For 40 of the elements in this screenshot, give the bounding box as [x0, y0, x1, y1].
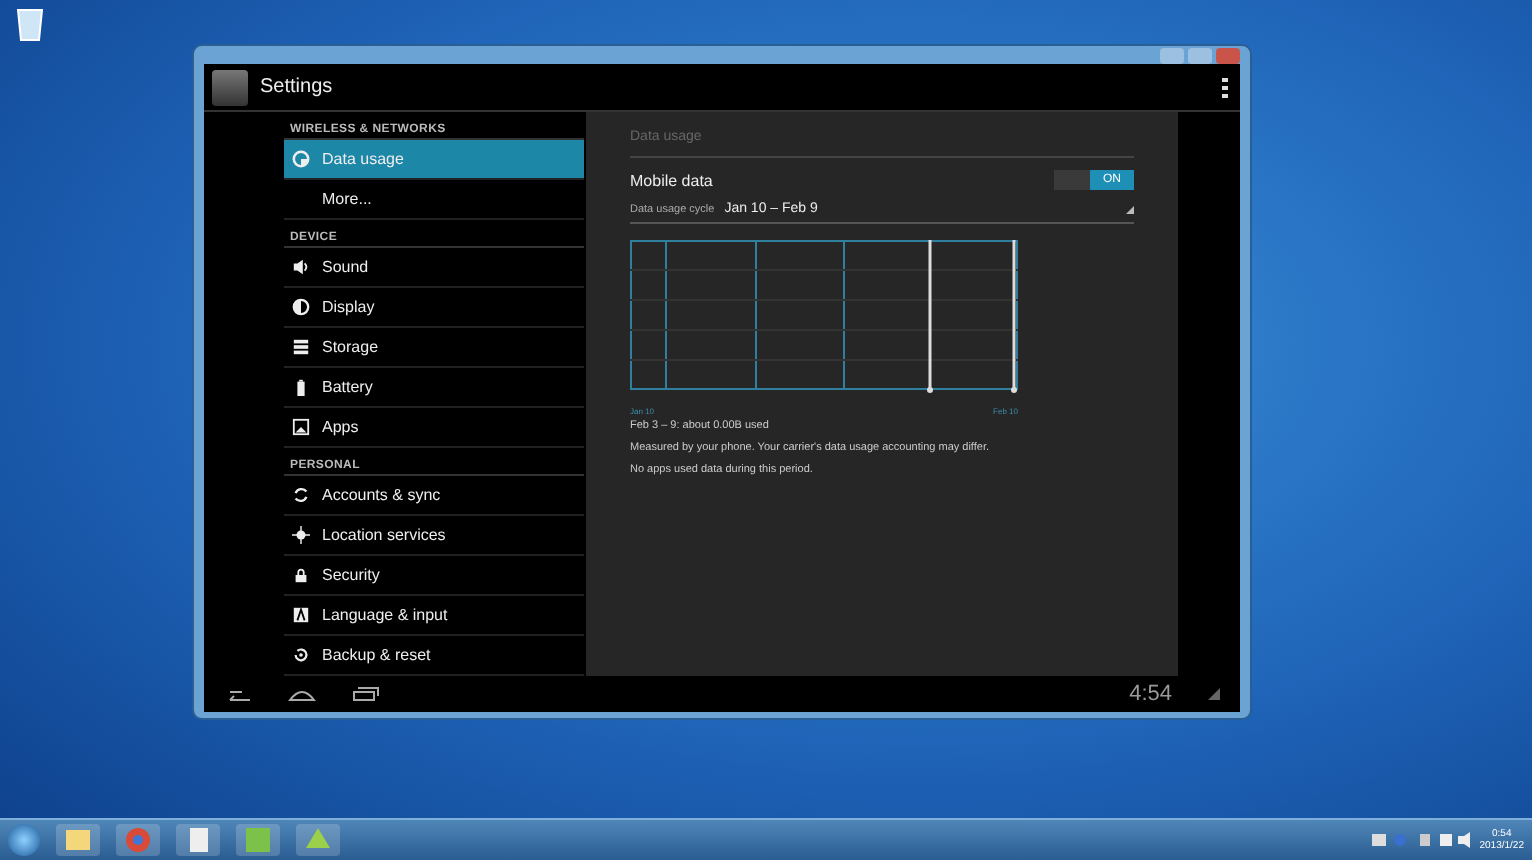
overflow-menu-icon[interactable] [1222, 77, 1228, 97]
recycle-bin-icon[interactable] [16, 6, 44, 42]
lock-icon [292, 566, 310, 584]
tray-icons-drawing [1371, 832, 1472, 848]
setting-label: Mobile data [630, 171, 713, 189]
settings-item[interactable]: Apps [284, 408, 584, 448]
folder-taskbar-icon[interactable] [56, 824, 100, 856]
dropdown-corner-icon [1126, 205, 1134, 213]
action-bar-title: Settings [260, 76, 335, 98]
settings-item[interactable]: Storage [284, 328, 584, 368]
settings-item[interactable]: Battery [284, 368, 584, 408]
settings-app-icon [212, 69, 248, 105]
app-taskbar-icon[interactable] [236, 824, 280, 856]
crosshair-icon [292, 526, 310, 544]
keyboard-letter-icon [292, 606, 310, 624]
settings-item[interactable]: Security [284, 556, 584, 596]
settings-item[interactable]: Location services [284, 516, 584, 556]
settings-item[interactable]: Language & input [284, 596, 584, 636]
settings-item[interactable]: Accounts & sync [284, 476, 584, 516]
speaker-icon [292, 258, 310, 276]
storage-icon [292, 338, 310, 356]
settings-item[interactable]: Display [284, 288, 584, 328]
battery-icon [292, 378, 310, 396]
settings-item[interactable]: Data usage [284, 140, 584, 180]
contrast-icon [292, 298, 310, 316]
settings-item[interactable]: More... [284, 180, 584, 220]
settings-item[interactable]: Sound [284, 248, 584, 288]
restore-icon [292, 646, 310, 664]
start-button[interactable] [8, 824, 40, 856]
document-taskbar-icon[interactable] [176, 824, 220, 856]
clock-text: 4:54 [1129, 682, 1172, 706]
recent-apps-icon[interactable] [352, 686, 380, 702]
signal-icon [1208, 688, 1220, 700]
apps-icon [292, 418, 310, 436]
back-icon[interactable] [224, 686, 252, 702]
home-icon[interactable] [288, 686, 316, 702]
pie-chart-icon [292, 150, 310, 168]
app-taskbar-icon[interactable] [296, 824, 340, 856]
sync-icon [292, 486, 310, 504]
settings-item[interactable]: Backup & reset [284, 636, 584, 676]
